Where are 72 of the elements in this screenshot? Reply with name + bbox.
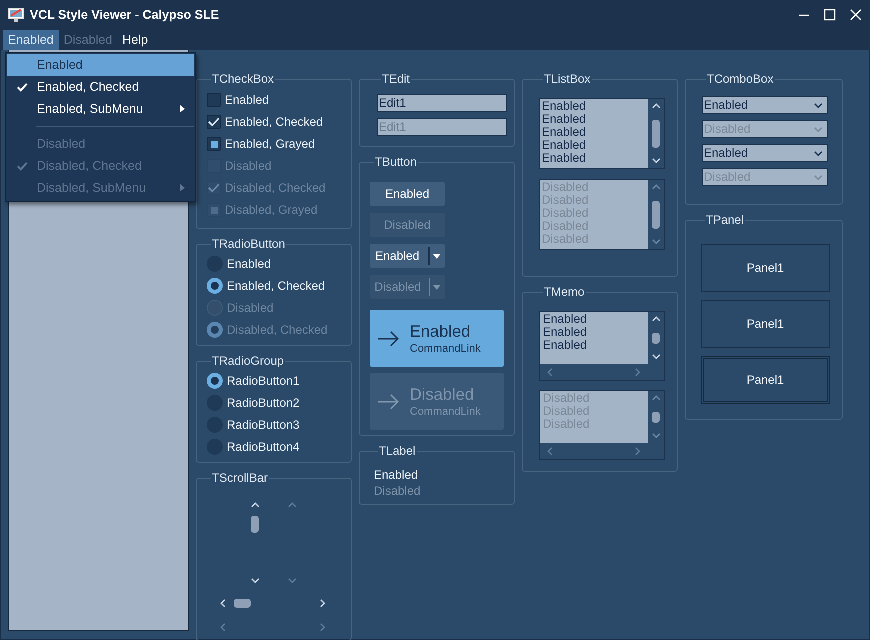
- list-item[interactable]: Enabled: [542, 139, 646, 152]
- app-icon: [8, 8, 24, 22]
- radio-label: RadioButton2: [227, 396, 300, 410]
- group-title: TComboBox: [706, 72, 775, 86]
- button[interactable]: Enabled: [370, 182, 445, 206]
- scrollbar-thumb[interactable]: [652, 120, 660, 148]
- split-button[interactable]: Enabled: [370, 244, 445, 268]
- scrollbar-thumb[interactable]: [251, 516, 259, 533]
- menu-item[interactable]: Enabled, Checked: [7, 76, 194, 98]
- radio-label: Enabled, Checked: [227, 279, 326, 293]
- radio-label: RadioButton4: [227, 440, 300, 454]
- label-text: Enabled: [374, 467, 420, 483]
- menu-item[interactable]: Enabled: [7, 54, 194, 76]
- checkbox-label: Enabled, Checked: [225, 115, 324, 129]
- list-item[interactable]: Enabled: [542, 113, 646, 126]
- radio-label: RadioButton1: [227, 374, 300, 388]
- radio-label: Disabled, Checked: [227, 323, 328, 337]
- group-title: TMemo: [543, 285, 586, 299]
- checkbox[interactable]: [207, 93, 221, 107]
- scrollbar-thumb[interactable]: [234, 598, 251, 608]
- memo-line: Enabled: [543, 326, 588, 339]
- checkbox-label: Enabled, Grayed: [225, 137, 316, 151]
- dropdown[interactable]: Enabled: [702, 144, 828, 162]
- list-box[interactable]: Enabled Enabled Enabled Enabled Enabled: [539, 98, 665, 169]
- group-title: TRadioButton: [211, 237, 286, 251]
- list-item[interactable]: Enabled: [542, 126, 646, 139]
- checkbox[interactable]: [207, 115, 221, 129]
- checkmark-icon: [208, 183, 220, 193]
- checkbox[interactable]: [207, 137, 221, 151]
- group-title: TPanel: [705, 213, 746, 227]
- radio-label: Disabled: [227, 301, 274, 315]
- memo-line: Enabled: [543, 339, 588, 352]
- panel: Panel1: [701, 356, 830, 404]
- group-title: TRadioGroup: [211, 354, 286, 368]
- group-title: TLabel: [378, 444, 417, 458]
- chevron-down-icon[interactable]: [814, 100, 823, 110]
- group-title: TListBox: [543, 72, 592, 86]
- radio-label: Enabled: [227, 257, 272, 271]
- maximize-icon[interactable]: [824, 9, 836, 21]
- checkbox-label: Disabled: [225, 159, 272, 173]
- group-title: TButton: [374, 155, 418, 169]
- group-title: TEdit: [381, 72, 412, 86]
- panel: Panel1: [701, 244, 830, 292]
- arrow-icon: [378, 394, 400, 410]
- menu-item[interactable]: Enabled, SubMenu: [7, 98, 194, 120]
- checkbox-label: Disabled, Grayed: [225, 203, 318, 217]
- checkbox-label: Enabled: [225, 93, 270, 107]
- dropdown[interactable]: Enabled: [702, 96, 828, 114]
- scrollbar-thumb[interactable]: [652, 332, 660, 344]
- memo-line: Enabled: [543, 313, 588, 326]
- close-icon[interactable]: [850, 9, 862, 21]
- list-item[interactable]: Enabled: [542, 152, 646, 165]
- group-title: TScrollBar: [211, 471, 270, 485]
- caret-icon: [433, 254, 441, 258]
- arrow-icon: [378, 330, 400, 346]
- checkmark-icon: [208, 117, 220, 127]
- panel: Panel1: [701, 300, 830, 348]
- radio-button[interactable]: [207, 278, 223, 294]
- window-title: VCL Style Viewer - Calypso SLE: [30, 8, 220, 22]
- memo-field[interactable]: Enabled Enabled Enabled: [539, 311, 665, 381]
- command-link[interactable]: Enabled CommandLink: [370, 310, 504, 367]
- radio-button[interactable]: [207, 373, 223, 389]
- checkbox-label: Disabled, Checked: [225, 181, 326, 195]
- radio-label: RadioButton3: [227, 418, 300, 432]
- list-item[interactable]: Enabled: [542, 100, 646, 113]
- text-field[interactable]: Edit1: [377, 94, 507, 112]
- group-title: TCheckBox: [211, 72, 276, 86]
- caret-icon: [433, 284, 441, 290]
- menu-item[interactable]: Help: [118, 30, 154, 50]
- chevron-down-icon[interactable]: [814, 148, 823, 158]
- label-text: Disabled: [374, 483, 422, 499]
- menu-item[interactable]: Enabled: [3, 30, 59, 50]
